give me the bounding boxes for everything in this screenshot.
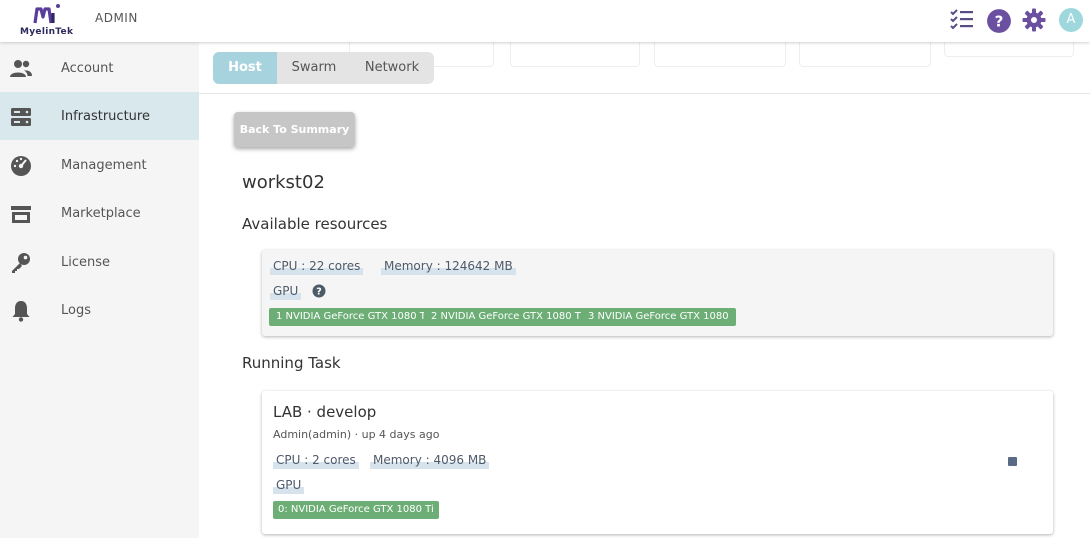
sidebar-item-label: Logs xyxy=(61,303,91,318)
gpu-chip: 2 NVIDIA GeForce GTX 1080 Ti xyxy=(424,308,591,326)
background-card xyxy=(799,42,931,67)
sidebar-item-marketplace[interactable]: Marketplace xyxy=(0,189,199,237)
key-icon xyxy=(12,253,30,273)
background-card xyxy=(654,42,786,67)
background-card xyxy=(944,42,1074,57)
sidebar-item-management[interactable]: Management xyxy=(0,141,199,189)
view-tabs: Host Swarm Network xyxy=(213,52,434,84)
page-title: workst02 xyxy=(242,172,325,193)
sidebar-item-label: Marketplace xyxy=(61,206,141,221)
cpu-value: CPU : 2 cores xyxy=(273,451,359,469)
sidebar-item-label: Management xyxy=(61,158,147,173)
avatar[interactable]: A xyxy=(1059,8,1083,32)
sidebar-item-license[interactable]: License xyxy=(0,238,199,286)
bell-icon xyxy=(12,301,30,322)
server-icon xyxy=(11,108,31,126)
logo-text: MyelinTek xyxy=(20,27,74,37)
tasks-icon[interactable] xyxy=(949,7,975,33)
logo-mark-icon xyxy=(33,4,60,24)
task-subtitle: Admin(admin) · up 4 days ago xyxy=(273,428,440,441)
tab-network[interactable]: Network xyxy=(357,52,427,84)
gear-icon[interactable] xyxy=(1021,7,1047,33)
help-icon[interactable]: ? xyxy=(312,284,326,298)
svg-text:?: ? xyxy=(995,12,1004,30)
stop-icon[interactable] xyxy=(1008,457,1017,466)
tab-swarm[interactable]: Swarm xyxy=(283,52,345,84)
tab-host[interactable]: Host xyxy=(213,52,277,84)
gpu-label: GPU xyxy=(273,476,305,494)
svg-text:?: ? xyxy=(316,287,322,298)
sidebar: Account Infrastructure Management Market… xyxy=(0,42,199,538)
memory-value: Memory : 4096 MB xyxy=(370,451,490,469)
available-resources-card: CPU : 22 cores Memory : 124642 MB GPU ? … xyxy=(262,250,1053,336)
divider xyxy=(199,93,1090,94)
sidebar-item-account[interactable]: Account xyxy=(0,44,199,92)
sidebar-item-label: Infrastructure xyxy=(61,109,150,124)
gpu-label: GPU xyxy=(270,282,302,300)
users-icon xyxy=(10,60,32,77)
sidebar-item-logs[interactable]: Logs xyxy=(0,286,199,334)
task-card[interactable]: LAB · develop Admin(admin) · up 4 days a… xyxy=(262,391,1053,534)
gpu-chip: 3 NVIDIA GeForce GTX 1080 xyxy=(581,308,736,326)
help-icon[interactable]: ? xyxy=(986,8,1012,34)
available-resources-heading: Available resources xyxy=(242,215,388,233)
main-content: Host Swarm Network Back To Summary works… xyxy=(199,42,1090,538)
sidebar-item-label: Account xyxy=(61,61,114,76)
task-title: LAB · develop xyxy=(273,403,377,421)
running-task-heading: Running Task xyxy=(242,354,341,372)
gpu-chip: 1 NVIDIA GeForce GTX 1080 Ti xyxy=(269,308,436,326)
sidebar-item-infrastructure[interactable]: Infrastructure xyxy=(0,92,199,140)
admin-label: ADMIN xyxy=(95,11,138,25)
cpu-value: CPU : 22 cores xyxy=(270,257,364,275)
gpu-chip: 0: NVIDIA GeForce GTX 1080 Ti xyxy=(273,501,439,519)
sidebar-item-label: License xyxy=(61,255,111,270)
myelintek-logo[interactable]: MyelinTek xyxy=(20,3,74,39)
dashboard-icon xyxy=(11,156,31,176)
back-to-summary-button[interactable]: Back To Summary xyxy=(234,112,355,147)
memory-value: Memory : 124642 MB xyxy=(381,257,516,275)
store-icon xyxy=(11,206,31,223)
background-card xyxy=(510,42,640,67)
top-header: MyelinTek ADMIN ? A xyxy=(0,0,1090,42)
